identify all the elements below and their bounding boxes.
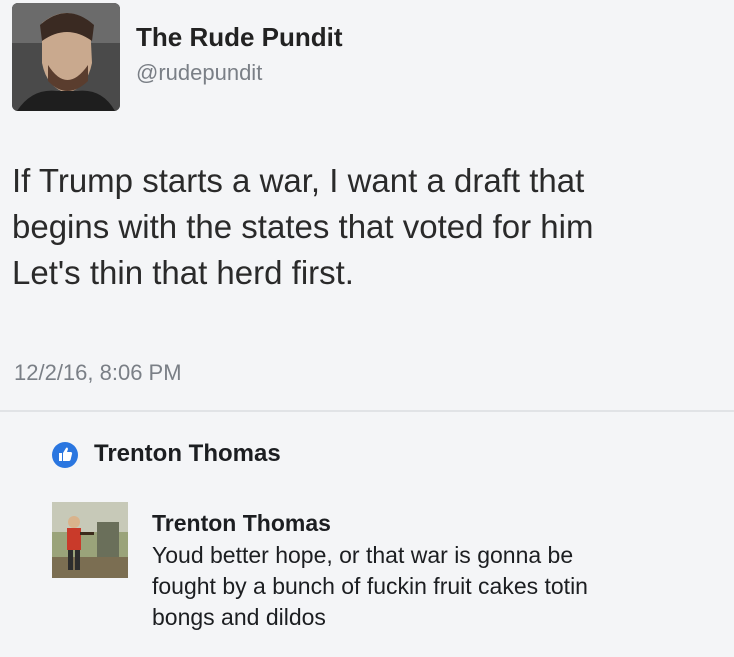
tweet-avatar[interactable]: [12, 3, 120, 111]
tweet-text-line: If Trump starts a war, I want a draft th…: [12, 162, 585, 199]
tweet-card: The Rude Pundit @rudepundit If Trump sta…: [0, 0, 734, 420]
comment-text-line: fought by a bunch of fuckin fruit cakes …: [152, 573, 588, 599]
facebook-comment-section: Trenton Thomas Trenton Thomas Youd bette…: [0, 412, 734, 657]
comment-author-name[interactable]: Trenton Thomas: [152, 510, 331, 537]
tweet-author-name[interactable]: The Rude Pundit: [136, 22, 343, 53]
reaction-user-name[interactable]: Trenton Thomas: [94, 440, 281, 468]
comment-text: Youd better hope, or that war is gonna b…: [152, 540, 722, 633]
tweet-author-handle[interactable]: @rudepundit: [136, 60, 262, 86]
comment-avatar[interactable]: [52, 502, 128, 578]
comment-text-line: bongs and dildos: [152, 604, 326, 630]
profile-photo-icon: [12, 3, 120, 111]
tweet-text-line: Let's thin that herd first.: [12, 254, 354, 291]
thumbs-up-icon: [52, 442, 78, 468]
profile-photo-icon: [52, 502, 128, 578]
tweet-text-line: begins with the states that voted for hi…: [12, 208, 594, 245]
tweet-timestamp[interactable]: 12/2/16, 8:06 PM: [14, 360, 182, 386]
comment-text-line: Youd better hope, or that war is gonna b…: [152, 542, 574, 568]
tweet-text: If Trump starts a war, I want a draft th…: [12, 158, 732, 296]
